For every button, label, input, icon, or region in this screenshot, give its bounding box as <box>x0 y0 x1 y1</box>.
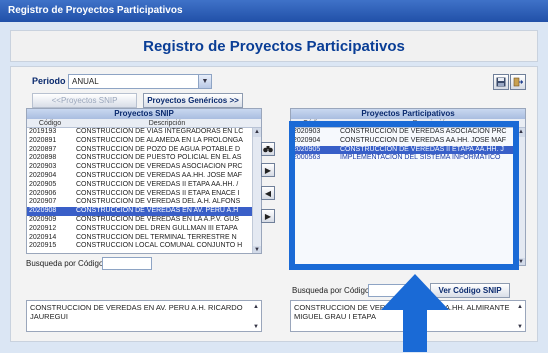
periodo-value: ANUAL <box>72 77 99 86</box>
col-codigo[interactable]: Código <box>27 119 73 127</box>
proyectos-genericos-button[interactable]: Proyectos Genéricos >> <box>143 93 243 108</box>
left-scrollbar[interactable]: ▲ ▼ <box>252 128 261 253</box>
cell-descripcion: CONSTRUCCION DEL TERMINAL TERRESTRE N <box>76 233 237 241</box>
memo-left-text: CONSTRUCCION DE VEREDAS EN AV. PERU A.H.… <box>30 303 243 321</box>
table-row[interactable]: 2020903 CONSTRUCCION DE VEREDAS ASOCIACIO… <box>27 163 261 172</box>
cell-descripcion: CONSTRUCCION DE VEREDAS AA.HH. JOSE MAF <box>76 171 243 179</box>
pointer-arrow-icon <box>381 274 449 352</box>
table-row[interactable]: 2020904 CONSTRUCCION DE VEREDAS AA.HH. JO… <box>27 172 261 181</box>
add-project-button[interactable]: ▶ <box>261 163 275 177</box>
memo-scrollbar[interactable]: ▲ ▼ <box>516 302 524 330</box>
cell-codigo: 2020906 <box>29 189 57 197</box>
search-label-right: Busqueda por Código <box>292 286 370 295</box>
cell-descripcion: CONSTRUCCION DE POZO DE AGUA POTABLE D <box>76 145 241 153</box>
cell-descripcion: CONSTRUCCION DE PUESTO POLICIAL EN EL AS <box>76 154 242 162</box>
cell-codigo: 2020912 <box>29 224 57 232</box>
cell-descripcion: CONSTRUCCION DEL DREN GULLMAN III ETAPA <box>76 224 238 232</box>
memo-scrollbar[interactable]: ▲ ▼ <box>252 302 260 330</box>
cell-descripcion: CONSTRUCCION DE VEREDAS II ETAPA ENACE I <box>76 189 240 197</box>
periodo-label: Periodo : <box>32 76 72 86</box>
cell-codigo: 2020891 <box>29 136 57 144</box>
cell-codigo: 2020898 <box>29 154 57 162</box>
col-descripcion[interactable]: Descripción <box>73 119 261 127</box>
left-grid-header: Código Descripción <box>27 119 261 128</box>
arrow-right-icon: ▶ <box>264 165 272 175</box>
cell-descripcion: CONSTRUCCION DE VEREDAS II ETAPA AA.HH. … <box>76 180 239 188</box>
highlight-box <box>289 121 519 270</box>
binoculars-icon[interactable] <box>261 142 275 156</box>
cell-codigo: 2020915 <box>29 242 57 250</box>
move-project-button[interactable]: ▶ <box>261 209 275 223</box>
cell-codigo: 2020914 <box>29 233 57 241</box>
table-row[interactable]: 2020905 CONSTRUCCION DE VEREDAS II ETAPA … <box>27 181 261 190</box>
right-grid-title: Proyectos Participativos <box>291 109 525 119</box>
cell-codigo: 2020897 <box>29 145 57 153</box>
cell-codigo: 2020905 <box>29 180 57 188</box>
page-title: Registro de Proyectos Participativos <box>10 30 538 62</box>
cell-descripcion: CONSTRUCCION DE ALAMEDA EN LA PROLONGA <box>76 136 243 144</box>
search-label-left: Busqueda por Código <box>26 259 104 268</box>
cell-descripcion: CONSTRUCCION DE VIAS INTEGRADORAS EN LC <box>76 128 244 135</box>
scroll-down-icon[interactable]: ▼ <box>253 246 261 253</box>
chevron-down-icon[interactable]: ▼ <box>198 75 211 88</box>
cell-descripcion: CONSTRUCCION DE VEREDAS EN LA A.P.V. GUS <box>76 215 239 223</box>
periodo-select[interactable]: ANUAL ▼ <box>68 74 212 89</box>
exit-icon[interactable] <box>510 74 526 90</box>
table-row[interactable]: 2020908 CONSTRUCCION DE VEREDAS EN AV. PE… <box>27 207 261 216</box>
left-grid-rows: 2019193 CONSTRUCCION DE VIAS INTEGRADORAS… <box>27 128 261 251</box>
search-input-left[interactable] <box>102 257 152 270</box>
table-row[interactable]: 2020907 CONSTRUCCION DE VEREDAS DEL A.H. … <box>27 198 261 207</box>
scroll-up-icon[interactable]: ▲ <box>253 128 261 137</box>
proyectos-snip-button[interactable]: <<Proyectos SNIP <box>32 93 137 108</box>
cell-codigo: 2020908 <box>29 207 57 215</box>
window-titlebar: Registro de Proyectos Participativos <box>0 0 548 22</box>
arrow-left-icon: ◀ <box>264 188 272 198</box>
cell-descripcion: CONSTRUCCION DE VEREDAS ASOCIACION PRC <box>76 163 243 171</box>
cell-codigo: 2020907 <box>29 198 57 206</box>
table-row[interactable]: 2020914 CONSTRUCCION DEL TERMINAL TERREST… <box>27 234 261 243</box>
table-row[interactable]: 2020897 CONSTRUCCION DE POZO DE AGUA POTA… <box>27 146 261 155</box>
cell-descripcion: CONSTRUCCION DE VEREDAS DEL A.H. ALFONS <box>76 198 241 206</box>
cell-codigo: 2019193 <box>29 128 57 135</box>
cell-descripcion: CONSTRUCCION DE VEREDAS EN AV. PERU A.H <box>76 207 239 215</box>
cell-codigo: 2020903 <box>29 163 57 171</box>
cell-codigo: 2020909 <box>29 215 57 223</box>
table-row[interactable]: 2020898 CONSTRUCCION DE PUESTO POLICIAL E… <box>27 154 261 163</box>
cell-descripcion: CONSTRUCCION LOCAL COMUNAL CONJUNTO H <box>76 242 243 250</box>
table-row[interactable]: 2020909 CONSTRUCCION DE VEREDAS EN LA A.P… <box>27 216 261 225</box>
table-row[interactable]: 2019193 CONSTRUCCION DE VIAS INTEGRADORAS… <box>27 128 261 137</box>
table-row[interactable]: 2020906 CONSTRUCCION DE VEREDAS II ETAPA … <box>27 190 261 199</box>
proyectos-snip-grid: Proyectos SNIP Código Descripción 201919… <box>26 108 262 254</box>
table-row[interactable]: 2020912 CONSTRUCCION DEL DREN GULLMAN III… <box>27 225 261 234</box>
save-icon[interactable] <box>493 74 509 90</box>
description-memo-left[interactable]: CONSTRUCCION DE VEREDAS EN AV. PERU A.H.… <box>26 300 262 332</box>
remove-project-button[interactable]: ◀ <box>261 186 275 200</box>
left-grid-title: Proyectos SNIP <box>27 109 261 119</box>
table-row[interactable]: 2020915 CONSTRUCCION LOCAL COMUNAL CONJUN… <box>27 242 261 251</box>
table-row[interactable]: 2020891 CONSTRUCCION DE ALAMEDA EN LA PRO… <box>27 137 261 146</box>
cell-codigo: 2020904 <box>29 171 57 179</box>
arrow-right-icon: ▶ <box>264 211 272 221</box>
